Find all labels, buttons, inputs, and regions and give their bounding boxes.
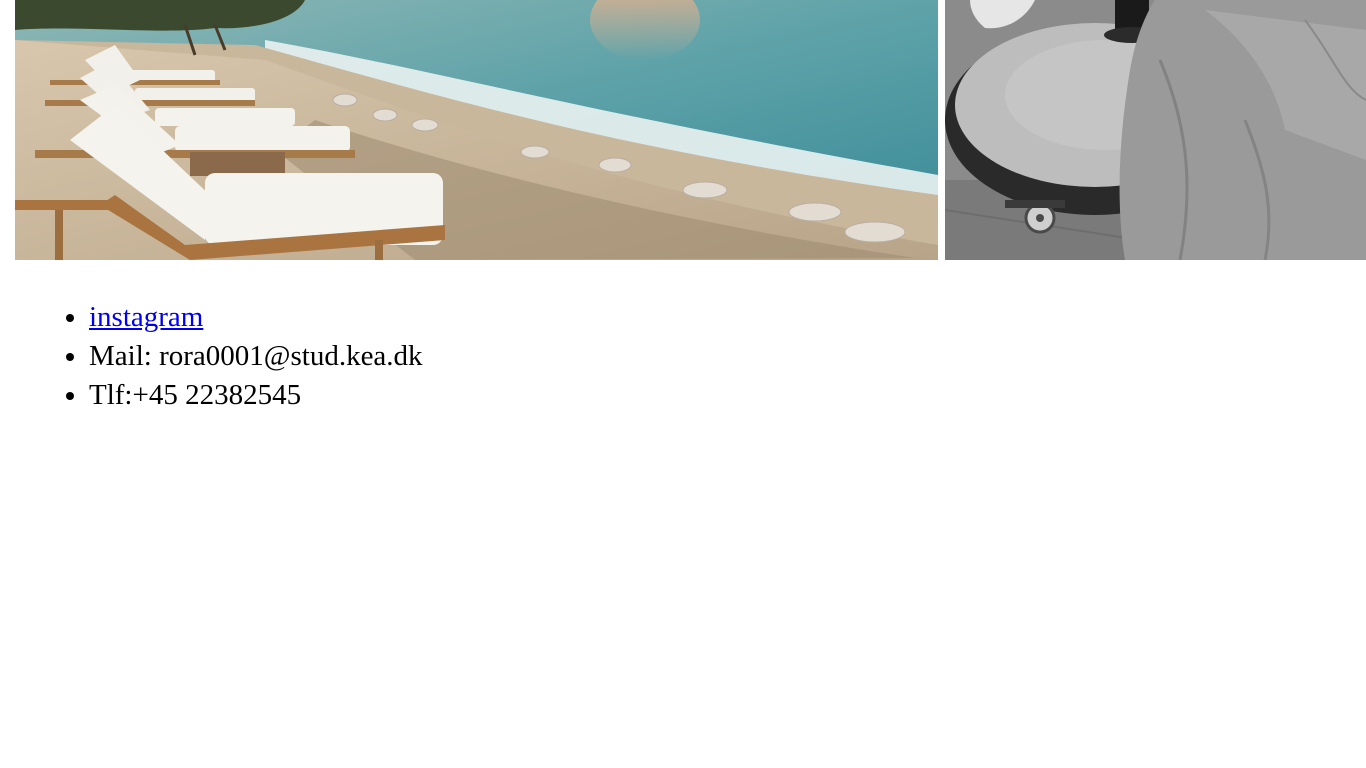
mail-text: Mail: rora0001@stud.kea.dk (89, 340, 423, 372)
list-item-phone: Tlf:+45 22382545 (89, 376, 423, 415)
list-item-instagram: instagram (89, 298, 423, 337)
instagram-link[interactable]: instagram (89, 301, 203, 333)
contact-list: instagram Mail: rora0001@stud.kea.dk Tlf… (40, 298, 423, 415)
image-gallery (0, 0, 1366, 260)
umbrella-base-photo (945, 0, 1366, 260)
list-item-mail: Mail: rora0001@stud.kea.dk (89, 337, 423, 376)
beach-loungers-photo (15, 0, 938, 260)
phone-text: Tlf:+45 22382545 (89, 379, 302, 411)
